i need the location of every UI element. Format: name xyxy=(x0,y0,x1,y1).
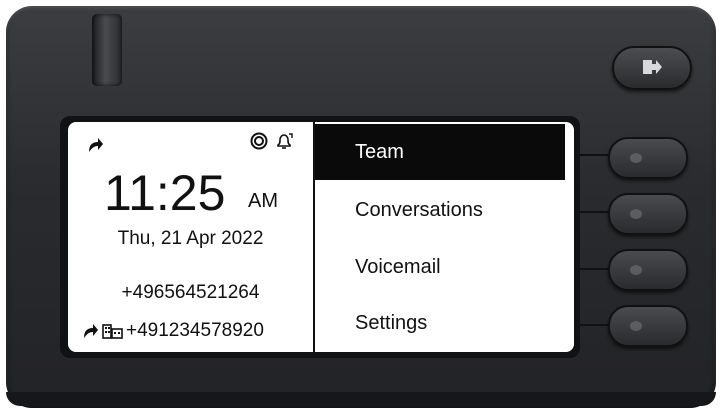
softkey-voicemail[interactable] xyxy=(608,249,688,291)
softkey-dot xyxy=(630,153,642,163)
softkey-settings[interactable] xyxy=(608,305,688,347)
logout-button[interactable] xyxy=(612,46,692,90)
softkey-connector xyxy=(574,154,610,156)
menu-item-team[interactable]: Team xyxy=(315,124,565,180)
clock-ampm: AM xyxy=(248,190,278,212)
softkey-conversations[interactable] xyxy=(608,193,688,235)
softkey-connector xyxy=(574,268,610,270)
menu-item-conversations[interactable]: Conversations xyxy=(315,182,565,238)
office-phone-icon xyxy=(102,324,123,339)
call-forward-icon xyxy=(89,138,103,152)
phone-bottom-edge xyxy=(6,392,716,406)
forward-destination: +491234578920 xyxy=(82,320,264,342)
bell-icon xyxy=(277,133,293,149)
softkey-dot xyxy=(630,209,642,219)
main-menu: Team Conversations Voicemail Settings xyxy=(315,122,574,352)
softkey-connector xyxy=(574,211,610,213)
ring-off-icon xyxy=(250,132,268,150)
status-icons xyxy=(250,132,295,155)
clock-time: 11:25 xyxy=(104,165,226,221)
idle-status-panel: 11:25 AM Thu, 21 Apr 2022 +496564521264 … xyxy=(68,122,313,352)
forward-number: +491234578920 xyxy=(126,320,264,341)
clock-date: Thu, 21 Apr 2022 xyxy=(117,228,264,249)
softkey-team[interactable] xyxy=(608,137,688,179)
handset-hook xyxy=(92,14,122,86)
softkey-dot xyxy=(630,321,642,331)
call-forward-icon xyxy=(84,324,98,338)
own-phone-number: +496564521264 xyxy=(121,282,260,303)
menu-item-voicemail[interactable]: Voicemail xyxy=(315,239,565,295)
softkey-dot xyxy=(630,265,642,275)
display-screen: 11:25 AM Thu, 21 Apr 2022 +496564521264 … xyxy=(68,122,574,352)
menu-item-settings[interactable]: Settings xyxy=(315,295,565,351)
softkey-connector xyxy=(574,324,610,326)
logout-icon xyxy=(643,60,662,74)
